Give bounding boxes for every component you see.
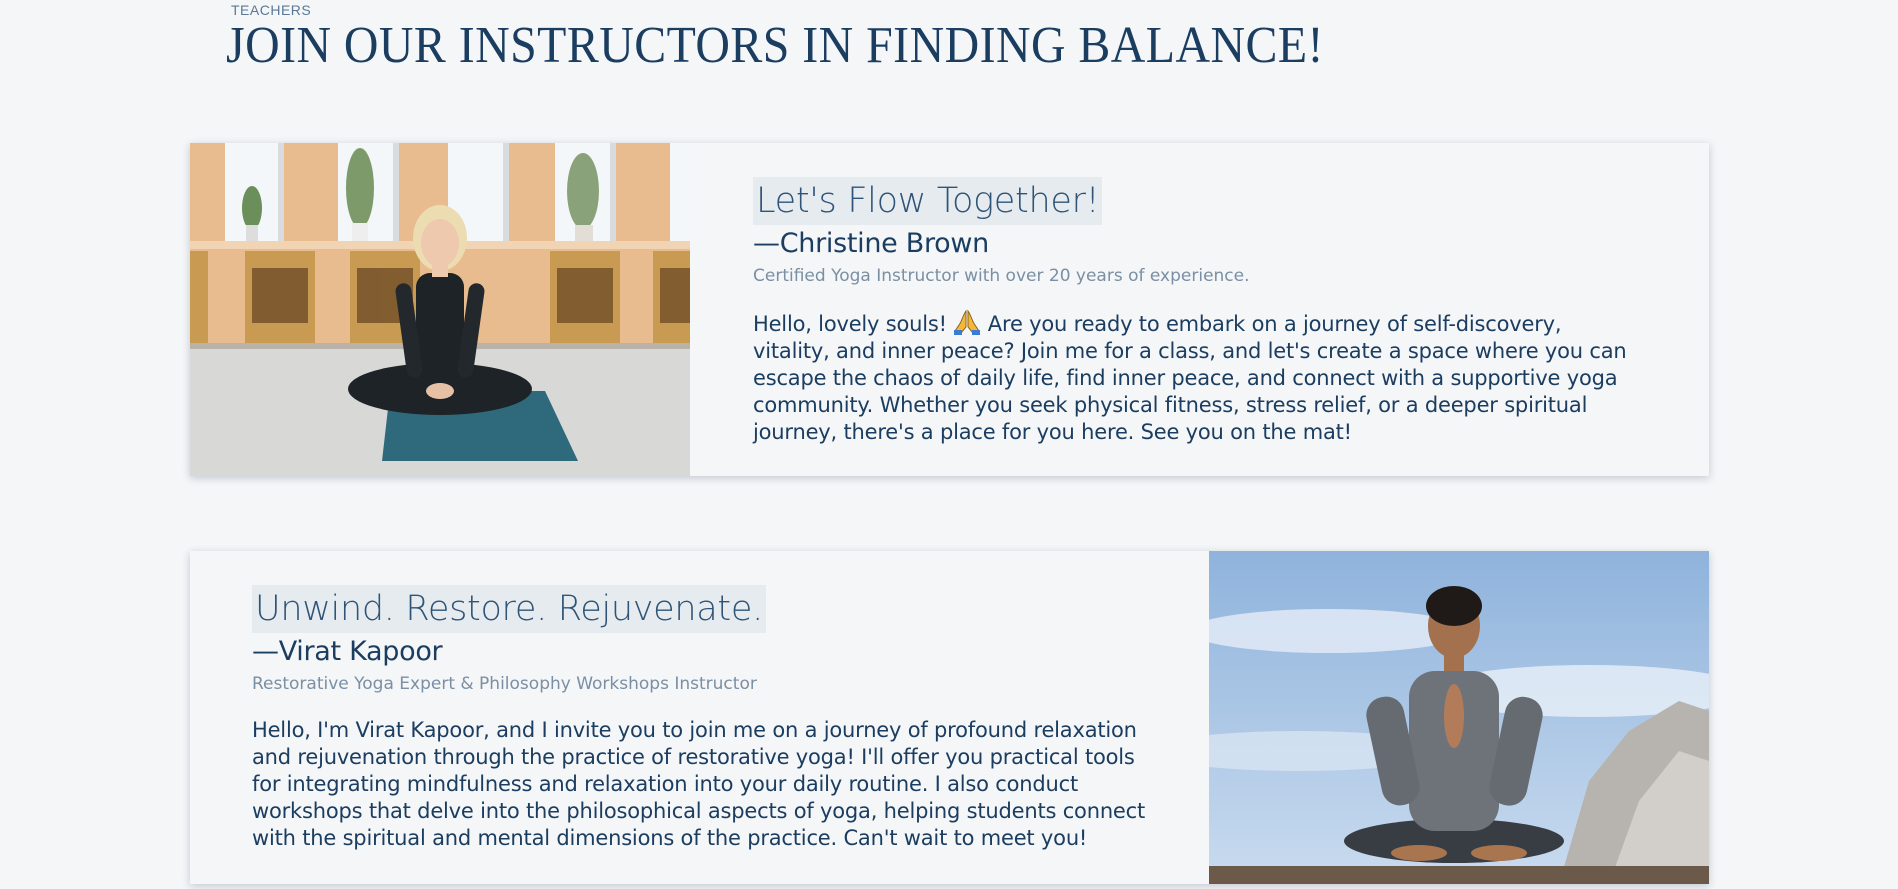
instructor-card-christine-brown: Let's Flow Together! —Christine Brown Ce…: [190, 143, 1709, 476]
instructor-name: —Christine Brown: [753, 228, 989, 259]
instructor-name: —Virat Kapoor: [252, 636, 443, 667]
instructor-bio: Hello, lovely souls! Are you ready to em…: [753, 309, 1643, 446]
instructor-text-virat-kapoor: Unwind. Restore. Rejuvenate. —Virat Kapo…: [252, 585, 1152, 852]
instructor-photo-virat-kapoor: [1209, 551, 1709, 884]
instructor-tagline: Let's Flow Together!: [753, 177, 1103, 225]
folded-hands-icon: [953, 309, 981, 335]
instructor-bio: Hello, I'm Virat Kapoor, and I invite yo…: [252, 718, 1146, 850]
instructor-tagline: Unwind. Restore. Rejuvenate.: [252, 585, 766, 633]
instructor-credentials: Restorative Yoga Expert & Philosophy Wor…: [252, 674, 757, 694]
instructor-photo-christine-brown: [190, 143, 690, 476]
page-title: JOIN OUR INSTRUCTORS IN FINDING BALANCE!: [226, 17, 1324, 74]
instructor-credentials: Certified Yoga Instructor with over 20 y…: [753, 266, 1250, 286]
instructor-card-virat-kapoor: Unwind. Restore. Rejuvenate. —Virat Kapo…: [190, 551, 1709, 884]
instructor-text-christine-brown: Let's Flow Together! —Christine Brown Ce…: [753, 177, 1643, 446]
bio-intro: Hello, lovely souls!: [753, 312, 954, 336]
